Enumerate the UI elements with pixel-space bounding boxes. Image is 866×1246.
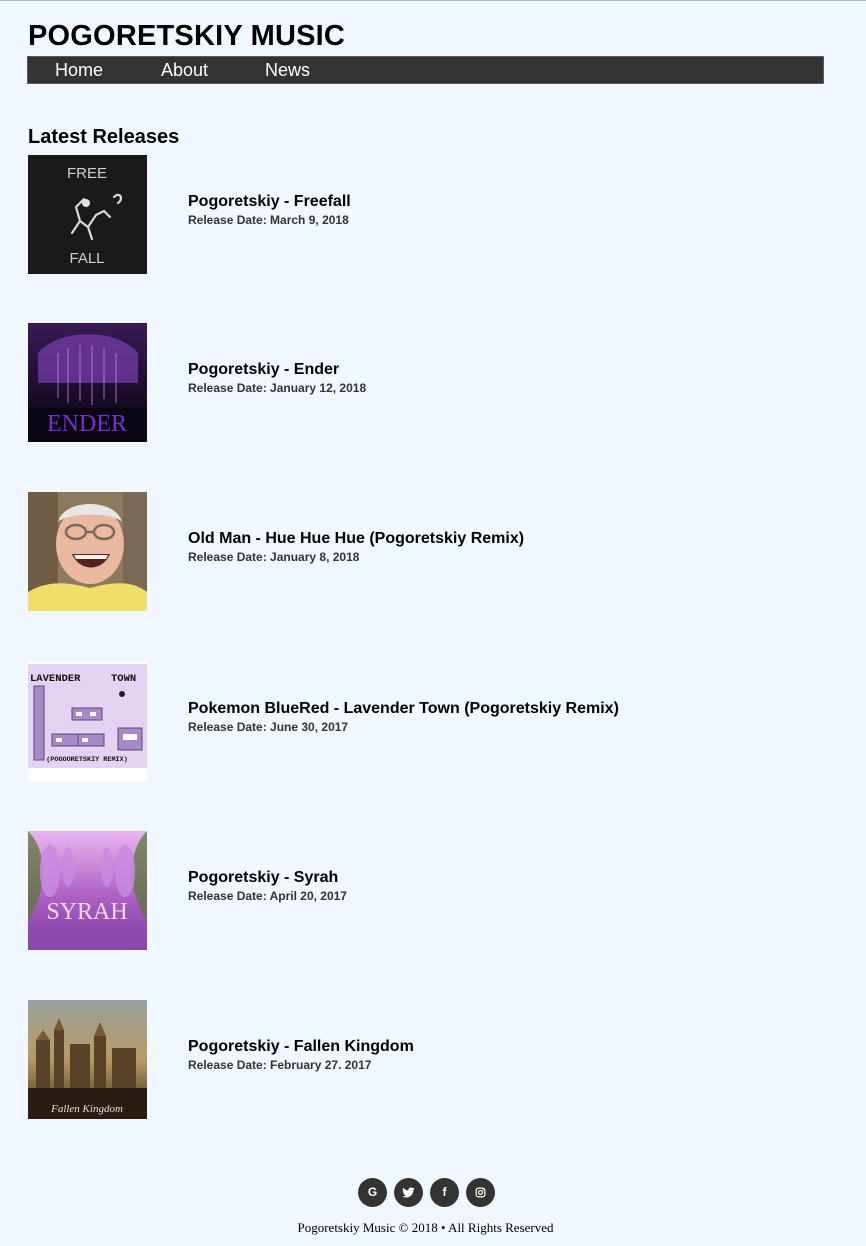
release-item: SYRAH Pogoretskiy - Syrah Release Date: …	[28, 831, 808, 951]
release-cover-old-man[interactable]	[28, 492, 147, 611]
cover-text-lavender: LAVENDER	[30, 673, 81, 685]
google-icon[interactable]: G	[358, 1178, 387, 1207]
site-title: POGORETSKIY MUSIC	[28, 20, 346, 52]
release-cover-freefall[interactable]: FREE FALL	[28, 155, 147, 274]
instagram-icon[interactable]	[466, 1178, 495, 1207]
twitter-icon[interactable]	[394, 1178, 423, 1207]
release-cover-syrah[interactable]: SYRAH	[28, 831, 147, 950]
nav-home-link[interactable]: Home	[55, 60, 103, 80]
release-date: Release Date: January 12, 2018	[188, 381, 367, 395]
release-title[interactable]: Pogoretskiy - Ender	[188, 360, 339, 380]
release-item: FREE FALL Pogoretskiy - Freefall Release…	[28, 155, 808, 275]
release-date: Release Date: February 27. 2017	[188, 1058, 372, 1072]
latest-releases-heading: Latest Releases	[28, 126, 180, 148]
footer-copyright: Pogoretskiy Music © 2018 • All Rights Re…	[297, 1220, 554, 1235]
cover-text-ender: ENDER	[47, 411, 127, 437]
release-title[interactable]: Pogoretskiy - Freefall	[188, 192, 351, 212]
cover-text-free: FREE	[67, 165, 107, 182]
cover-text-remix: (POGOORETSKIY REMIX)	[46, 756, 128, 764]
cover-text-syrah: SYRAH	[46, 899, 127, 925]
release-date: Release Date: April 20, 2017	[188, 889, 347, 903]
release-item: Fallen Kingdom Pogoretskiy - Fallen King…	[28, 1000, 808, 1120]
release-item: Old Man - Hue Hue Hue (Pogoretskiy Remix…	[28, 492, 808, 612]
main-navbar: Home About News	[27, 56, 824, 84]
release-title[interactable]: Pogoretskiy - Fallen Kingdom	[188, 1037, 414, 1057]
release-cover-fallen-kingdom[interactable]: Fallen Kingdom	[28, 1000, 147, 1119]
cover-text-town: TOWN	[111, 673, 136, 685]
release-title[interactable]: Old Man - Hue Hue Hue (Pogoretskiy Remix…	[188, 529, 524, 549]
release-item: LAVENDER TOWN (POGOORETSKIY REMIX) Pokem…	[28, 662, 808, 782]
release-cover-ender[interactable]: ENDER	[28, 323, 147, 442]
release-date: Release Date: March 9, 2018	[188, 213, 349, 227]
release-date: Release Date: January 8, 2018	[188, 550, 360, 564]
cover-text-fall: FALL	[69, 250, 104, 267]
release-title[interactable]: Pogoretskiy - Syrah	[188, 868, 338, 888]
nav-about-link[interactable]: About	[161, 60, 208, 80]
release-title[interactable]: Pokemon BlueRed - Lavender Town (Pogoret…	[188, 699, 619, 719]
facebook-icon[interactable]: f	[430, 1178, 459, 1207]
release-date: Release Date: June 30, 2017	[188, 720, 349, 734]
nav-news-link[interactable]: News	[265, 60, 310, 80]
social-links: G f	[0, 1178, 866, 1207]
release-cover-lavender-town[interactable]: LAVENDER TOWN (POGOORETSKIY REMIX)	[28, 662, 147, 781]
release-item: ENDER Pogoretskiy - Ender Release Date: …	[28, 323, 808, 443]
cover-text-fallen-kingdom: Fallen Kingdom	[50, 1103, 123, 1115]
